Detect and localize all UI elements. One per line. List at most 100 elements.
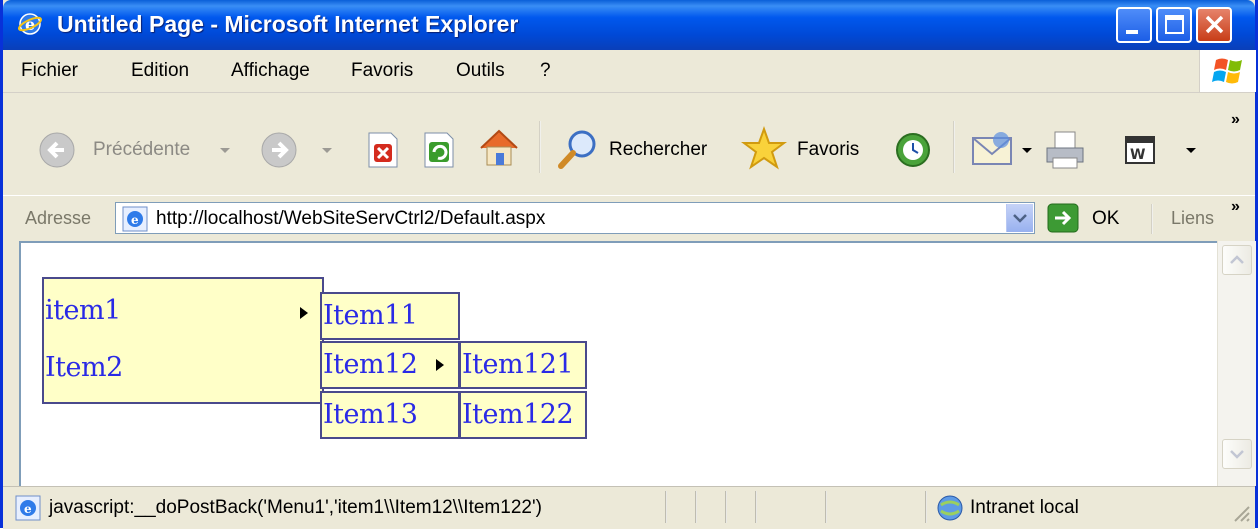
links-label[interactable]: Liens (1171, 208, 1214, 229)
status-text: javascript:__doPostBack('Menu1','item1\\… (49, 497, 542, 518)
menu-item12-cell[interactable]: Item12 (320, 341, 460, 389)
back-arrow-icon (39, 132, 75, 168)
status-divider (755, 491, 757, 523)
status-divider (925, 491, 927, 523)
toolbar-separator-2 (953, 121, 955, 173)
maximize-icon (1165, 15, 1184, 34)
menu-root-panel: item1 Item2 (42, 277, 324, 404)
title-bar[interactable]: e Untitled Page - Microsoft Internet Exp… (3, 0, 1255, 50)
menu-item11[interactable]: Item11 (323, 300, 418, 331)
menu-root-item1[interactable]: item1 (45, 295, 121, 326)
print-button[interactable] (1043, 128, 1087, 176)
favorites-star-icon (741, 126, 787, 170)
back-dropdown-icon[interactable] (219, 147, 231, 155)
toolbar-overflow-chevron-icon[interactable]: » (1231, 111, 1240, 129)
svg-text:e: e (24, 502, 32, 516)
submenu-arrow-icon (436, 359, 444, 371)
menu-item12[interactable]: Item12 (323, 349, 418, 380)
menu-fichier[interactable]: Fichier (21, 60, 78, 82)
scroll-down-button[interactable] (1222, 439, 1252, 469)
menu-affichage[interactable]: Affichage (231, 60, 310, 82)
forward-button[interactable] (259, 130, 299, 174)
scroll-up-button[interactable] (1222, 245, 1252, 275)
search-icon (558, 130, 596, 169)
page-status-icon: e (15, 495, 41, 521)
favorites-button[interactable] (741, 126, 787, 176)
go-label[interactable]: OK (1092, 208, 1119, 230)
windows-flag-logo (1199, 50, 1256, 92)
stop-button[interactable] (365, 131, 401, 173)
history-button[interactable] (893, 131, 933, 173)
address-url: http://localhost/WebSiteServCtrl2/Defaul… (156, 208, 546, 229)
address-dropdown-button[interactable] (1006, 204, 1033, 232)
minimize-icon (1126, 30, 1138, 34)
search-label[interactable]: Rechercher (609, 139, 707, 161)
links-overflow-chevron-icon[interactable]: » (1231, 198, 1240, 216)
back-label: Précédente (93, 139, 191, 160)
intranet-zone-icon (937, 495, 963, 521)
menu-help[interactable]: ? (540, 60, 551, 82)
mail-button[interactable] (969, 128, 1015, 174)
browser-window: e Untitled Page - Microsoft Internet Exp… (0, 0, 1258, 529)
chevron-down-icon (1013, 214, 1027, 223)
address-bar: Adresse e http://localhost/WebSiteServCt… (3, 195, 1255, 242)
svg-text:W: W (1130, 147, 1145, 163)
go-arrow-icon (1047, 203, 1079, 233)
address-separator (1151, 204, 1153, 234)
menu-item121-cell[interactable]: Item121 (459, 341, 587, 389)
toolbar-separator (539, 121, 541, 173)
back-button[interactable] (37, 130, 77, 174)
close-button[interactable] (1196, 7, 1232, 43)
menu-favoris[interactable]: Favoris (351, 60, 413, 82)
menu-bar: Fichier Edition Affichage Favoris Outils… (3, 50, 1256, 93)
menu-item11-cell[interactable]: Item11 (320, 292, 460, 340)
status-divider (665, 491, 667, 523)
submenu-arrow-icon (300, 307, 308, 319)
menu-item122[interactable]: Item122 (462, 399, 574, 430)
printer-icon (1046, 131, 1084, 169)
forward-dropdown-icon[interactable] (321, 147, 333, 155)
word-editor-icon: W (1125, 136, 1155, 164)
mail-icon (972, 132, 1012, 165)
vertical-scrollbar[interactable] (1217, 241, 1256, 486)
chevron-down-icon (1230, 450, 1244, 459)
home-icon (480, 129, 518, 166)
edit-dropdown-icon[interactable] (1185, 147, 1197, 155)
window-title: Untitled Page - Microsoft Internet Explo… (57, 11, 519, 37)
status-divider (725, 491, 727, 523)
resize-grip-icon[interactable] (1231, 503, 1251, 523)
maximize-button[interactable] (1156, 7, 1192, 43)
security-zone-label: Intranet local (970, 497, 1079, 518)
menu-item121[interactable]: Item121 (462, 349, 574, 380)
home-button[interactable] (477, 126, 521, 174)
minimize-button[interactable] (1116, 7, 1152, 43)
status-bar: e javascript:__doPostBack('Menu1','item1… (3, 486, 1255, 529)
forward-arrow-icon (261, 132, 297, 168)
status-divider (695, 491, 697, 523)
status-divider (825, 491, 827, 523)
svg-text:e: e (131, 213, 139, 227)
address-input[interactable]: e http://localhost/WebSiteServCtrl2/Defa… (115, 202, 1035, 234)
stop-icon (368, 132, 398, 168)
page-content: item1 Item2 Item11 Item12 Item13 Item121… (19, 241, 1241, 488)
mail-dropdown-icon[interactable] (1021, 147, 1033, 155)
menu-item13[interactable]: Item13 (323, 399, 418, 430)
close-icon (1205, 15, 1224, 34)
go-button[interactable] (1047, 203, 1079, 237)
favorites-label[interactable]: Favoris (797, 139, 859, 161)
search-button[interactable] (555, 126, 601, 176)
windows-flag-icon (1212, 58, 1242, 84)
menu-outils[interactable]: Outils (456, 60, 505, 82)
refresh-button[interactable] (421, 131, 457, 173)
menu-root-item2[interactable]: Item2 (45, 352, 123, 383)
menu-item13-cell[interactable]: Item13 (320, 391, 460, 439)
ie-logo-icon: e (17, 13, 43, 35)
page-ie-icon: e (122, 206, 148, 232)
chevron-up-icon (1230, 255, 1244, 264)
standard-toolbar: Précédente Rechercher Favoris W » (3, 93, 1255, 204)
address-label: Adresse (25, 208, 92, 228)
menu-item122-cell[interactable]: Item122 (459, 391, 587, 439)
history-icon (896, 133, 930, 167)
menu-edition[interactable]: Edition (131, 60, 189, 82)
edit-button[interactable]: W (1125, 136, 1155, 168)
